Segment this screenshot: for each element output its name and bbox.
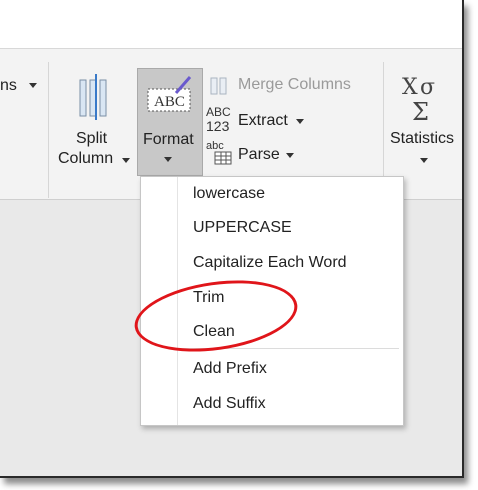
parse-icon: abc xyxy=(206,140,234,166)
split-column-label-line2: Column xyxy=(58,150,114,167)
extract-icon: ABC 123 xyxy=(206,106,236,134)
extract-icon-top: ABC xyxy=(206,105,231,119)
chevron-down-icon xyxy=(296,119,304,124)
statistics-label: Statistics xyxy=(390,130,455,147)
partial-left-label: ns xyxy=(0,77,17,94)
menu-item-uppercase[interactable]: UPPERCASE xyxy=(193,219,292,237)
split-column-icon xyxy=(79,74,107,120)
merge-columns-button[interactable]: Merge Columns xyxy=(206,74,376,100)
svg-text:σ: σ xyxy=(420,75,435,100)
format-icon: ABC xyxy=(147,76,192,112)
extract-icon-bottom: 123 xyxy=(206,118,230,134)
statistics-button[interactable]: X σ Σ Statistics xyxy=(388,72,462,176)
split-column-button[interactable]: Split Column xyxy=(56,70,132,176)
extract-button[interactable]: ABC 123 Extract xyxy=(206,106,316,136)
svg-text:X: X xyxy=(402,75,418,100)
menu-item-capitalize-each-word[interactable]: Capitalize Each Word xyxy=(193,254,347,272)
format-button[interactable]: ABC Format xyxy=(137,68,203,176)
parse-label: Parse xyxy=(238,146,280,163)
ribbon-separator xyxy=(48,62,49,198)
parse-button[interactable]: abc Parse xyxy=(206,140,306,168)
chevron-down-icon xyxy=(286,153,294,158)
merge-columns-icon xyxy=(210,77,227,95)
window-frame: ns Split Column ABC Format Merge Columns… xyxy=(0,0,464,478)
merge-columns-label: Merge Columns xyxy=(238,76,351,93)
format-label: Format xyxy=(143,131,194,148)
chevron-down-icon xyxy=(164,157,172,162)
chevron-down-icon xyxy=(420,158,428,163)
partial-dropdown-button[interactable]: ns xyxy=(0,77,38,95)
title-bar xyxy=(0,0,462,49)
extract-label: Extract xyxy=(238,112,288,129)
menu-item-add-prefix[interactable]: Add Prefix xyxy=(193,360,267,378)
sigma-icon: X σ Σ xyxy=(402,75,435,124)
menu-item-lowercase[interactable]: lowercase xyxy=(193,185,265,203)
chevron-down-icon xyxy=(29,83,38,89)
svg-text:Σ: Σ xyxy=(412,98,429,124)
menu-item-add-suffix[interactable]: Add Suffix xyxy=(193,395,266,413)
chevron-down-icon xyxy=(122,158,130,163)
split-column-label-line1: Split xyxy=(76,130,108,147)
format-icon-text: ABC xyxy=(154,94,185,110)
